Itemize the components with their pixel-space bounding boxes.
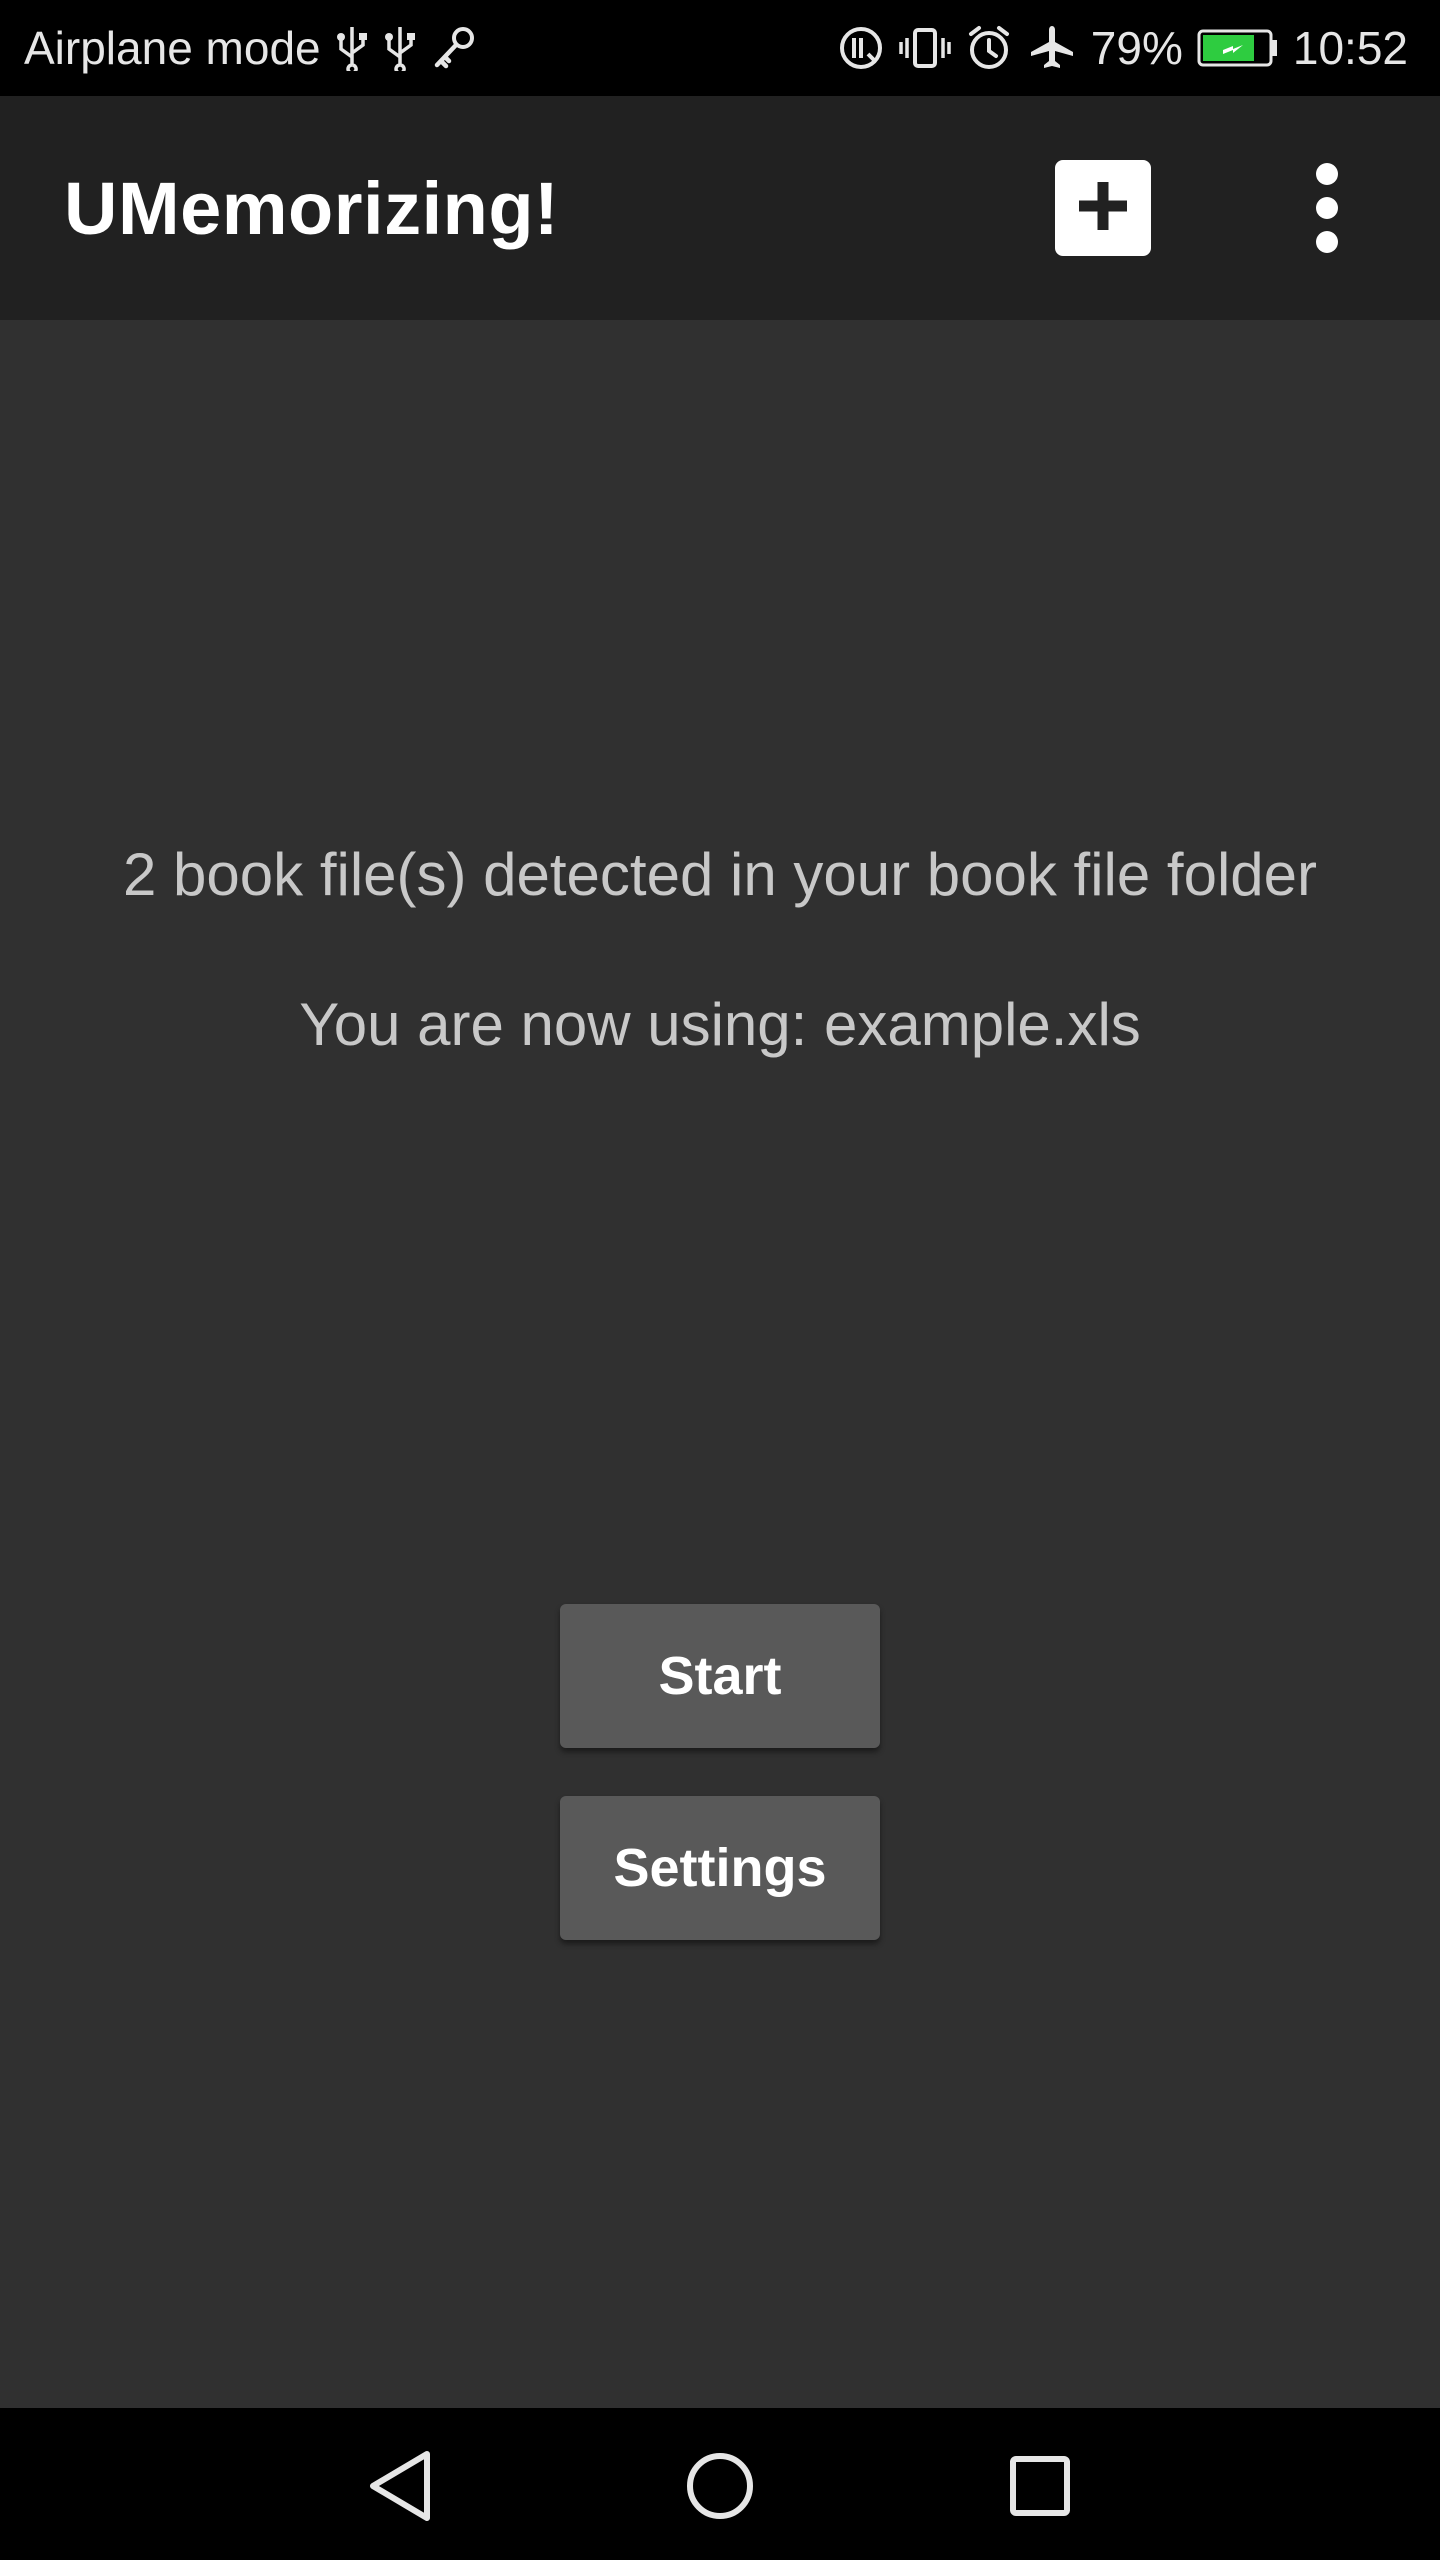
overflow-menu-button[interactable] xyxy=(1285,152,1369,264)
back-icon xyxy=(365,2448,435,2529)
overflow-menu-dot xyxy=(1316,231,1338,253)
vibrate-icon xyxy=(899,24,951,72)
overflow-menu-dot xyxy=(1316,197,1338,219)
airplane-mode-label: Airplane mode xyxy=(24,22,321,74)
alarm-icon xyxy=(965,24,1013,72)
status-right: 79% 10:52 xyxy=(837,21,1408,75)
key-icon xyxy=(431,25,477,71)
airplane-icon xyxy=(1027,23,1077,73)
usb-icon xyxy=(335,25,369,71)
status-bar: Airplane mode 79% 10:52 xyxy=(0,0,1440,96)
back-button[interactable] xyxy=(360,2448,440,2528)
battery-percent: 79% xyxy=(1090,22,1183,74)
home-button[interactable] xyxy=(680,2448,760,2528)
detected-files-text: 2 book file(s) detected in your book fil… xyxy=(123,841,1317,908)
status-left: Airplane mode xyxy=(24,21,477,75)
usb-icon xyxy=(383,25,417,71)
home-icon xyxy=(684,2450,756,2527)
main-content: 2 book file(s) detected in your book fil… xyxy=(0,320,1440,2408)
clock: 10:52 xyxy=(1292,22,1408,74)
overflow-menu-icon xyxy=(1316,163,1338,185)
add-button[interactable] xyxy=(1055,160,1151,256)
navigation-bar xyxy=(0,2408,1440,2560)
data-saver-icon xyxy=(837,24,885,72)
app-bar: UMemorizing! xyxy=(0,96,1440,320)
recent-apps-button[interactable] xyxy=(1000,2448,1080,2528)
settings-button[interactable]: Settings xyxy=(560,1796,880,1940)
battery-icon xyxy=(1197,28,1279,68)
app-title: UMemorizing! xyxy=(64,166,560,250)
add-icon xyxy=(1071,174,1135,243)
current-book-text: You are now using: example.xls xyxy=(299,991,1141,1058)
start-button[interactable]: Start xyxy=(560,1604,880,1748)
recent-apps-icon xyxy=(1008,2454,1072,2523)
